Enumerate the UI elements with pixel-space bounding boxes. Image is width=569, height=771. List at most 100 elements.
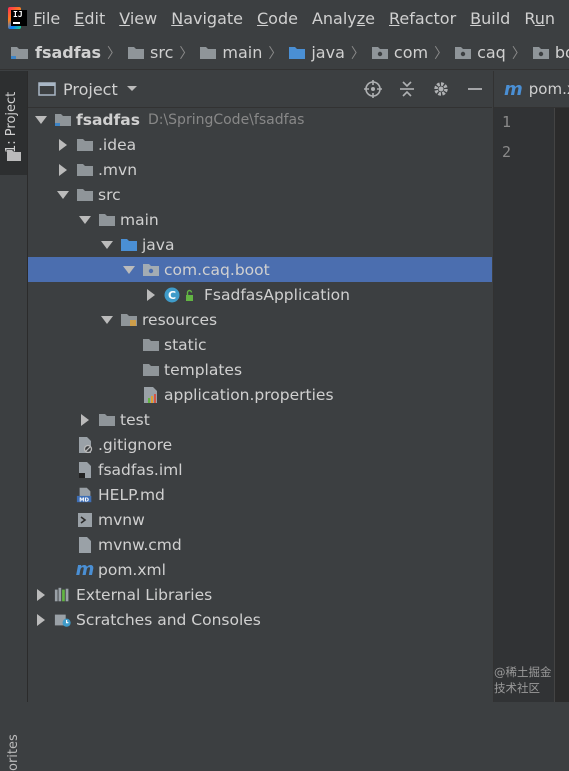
- tree-row[interactable]: Scratches and Consoles: [28, 607, 492, 632]
- collapse-arrow-icon[interactable]: [34, 588, 48, 602]
- tree-row[interactable]: mvnw.cmd: [28, 532, 492, 557]
- menu-edit[interactable]: Edit: [74, 9, 105, 28]
- collapse-arrow-icon[interactable]: [78, 413, 92, 427]
- favorites-tool-tab[interactable]: orites: [6, 734, 21, 771]
- menu-analyze[interactable]: Analyze: [312, 9, 375, 28]
- project-panel-header: Project: [28, 71, 492, 108]
- project-panel: Project fsadfas D:\SpringCode\fsadfas .ide…: [28, 71, 492, 702]
- editor-area: m pom.x 1 2 @稀土掘金技术社区: [493, 71, 569, 702]
- tree-item-label: src: [98, 185, 121, 204]
- menu-code[interactable]: Code: [257, 9, 298, 28]
- expand-arrow-icon[interactable]: [100, 238, 114, 252]
- project-tree: fsadfas D:\SpringCode\fsadfas .idea .mvn src…: [28, 107, 492, 632]
- folder-icon: [98, 411, 116, 429]
- script-file-icon: [76, 511, 94, 529]
- tree-row[interactable]: MD HELP.md: [28, 482, 492, 507]
- folder-icon: [7, 150, 21, 161]
- svg-text:C: C: [168, 289, 176, 302]
- editor-tab-label: pom.x: [528, 80, 569, 98]
- expand-arrow-icon[interactable]: [78, 213, 92, 227]
- menu-navigate[interactable]: Navigate: [171, 9, 243, 28]
- folder-icon: [76, 136, 94, 154]
- java-class-icon: C: [164, 286, 200, 304]
- tree-row[interactable]: fsadfas D:\SpringCode\fsadfas: [28, 107, 492, 132]
- folder-icon: [76, 186, 94, 204]
- tree-item-label: fsadfas.iml: [98, 460, 183, 479]
- breadcrumb-item-com[interactable]: com 〉: [371, 43, 454, 63]
- tree-row[interactable]: resources: [28, 307, 492, 332]
- collapse-arrow-icon[interactable]: [56, 163, 70, 177]
- collapse-arrow-icon[interactable]: [144, 288, 158, 302]
- project-view-selector[interactable]: Project: [38, 80, 138, 99]
- tree-row[interactable]: C FsadfasApplication: [28, 282, 492, 307]
- source-folder-icon: [120, 236, 138, 254]
- intellij-logo-icon: IJ: [8, 7, 27, 29]
- tree-item-label: main: [120, 210, 159, 229]
- tree-row[interactable]: .idea: [28, 132, 492, 157]
- folder-icon: [98, 211, 116, 229]
- package-icon: [371, 46, 388, 59]
- locate-icon[interactable]: [362, 78, 384, 100]
- tree-item-label: fsadfas: [76, 110, 140, 129]
- tree-row[interactable]: src: [28, 182, 492, 207]
- breadcrumb-item-src[interactable]: src 〉: [127, 43, 199, 63]
- menu-run[interactable]: Run: [524, 9, 555, 28]
- expand-arrow-icon[interactable]: [56, 188, 70, 202]
- breadcrumb-item-project[interactable]: fsadfas 〉: [10, 43, 127, 63]
- chevron-down-icon: [126, 86, 137, 91]
- resources-folder-icon: [120, 311, 138, 329]
- tree-row[interactable]: templates: [28, 357, 492, 382]
- tree-row[interactable]: mvnw: [28, 507, 492, 532]
- tree-row[interactable]: static: [28, 332, 492, 357]
- breadcrumb-item-boot[interactable]: boot: [532, 43, 569, 62]
- expand-arrow-icon[interactable]: [122, 263, 136, 277]
- line-number-gutter: 1 2: [494, 108, 554, 702]
- tree-row[interactable]: External Libraries: [28, 582, 492, 607]
- folder-icon: [142, 336, 160, 354]
- menu-view[interactable]: View: [119, 9, 157, 28]
- folder-icon: [128, 46, 145, 59]
- gutter-divider: [554, 108, 555, 702]
- iml-file-icon: [76, 461, 94, 479]
- expand-arrow-icon[interactable]: [100, 313, 114, 327]
- breadcrumb-item-caq[interactable]: caq 〉: [454, 43, 532, 63]
- menu-file[interactable]: File: [33, 9, 60, 28]
- file-icon: [76, 536, 94, 554]
- tree-row[interactable]: main: [28, 207, 492, 232]
- tree-item-label: static: [164, 335, 207, 354]
- watermark: @稀土掘金技术社区: [494, 665, 552, 695]
- line-number: 1: [502, 113, 512, 131]
- tree-item-label: mvnw: [98, 510, 145, 529]
- expand-arrow-icon[interactable]: [34, 113, 48, 127]
- menu-bar: IJ File Edit View Navigate Code Analyze …: [0, 0, 569, 36]
- package-icon: [455, 46, 472, 59]
- gear-icon[interactable]: [430, 78, 452, 100]
- project-tool-tab[interactable]: 1: Project: [0, 71, 27, 175]
- tree-row[interactable]: test: [28, 407, 492, 432]
- module-folder-icon: [54, 111, 72, 129]
- folder-icon: [200, 46, 217, 59]
- module-folder-icon: [11, 46, 28, 59]
- tree-item-label: test: [120, 410, 150, 429]
- collapse-arrow-icon[interactable]: [34, 613, 48, 627]
- tree-item-label: .gitignore: [98, 435, 173, 454]
- breadcrumb-item-main[interactable]: main 〉: [199, 43, 288, 63]
- collapse-all-icon[interactable]: [396, 78, 418, 100]
- source-folder-icon: [289, 46, 306, 59]
- collapse-arrow-icon[interactable]: [56, 138, 70, 152]
- tree-row[interactable]: .gitignore: [28, 432, 492, 457]
- tree-row[interactable]: application.properties: [28, 382, 492, 407]
- package-icon: [532, 46, 549, 59]
- tree-row[interactable]: com.caq.boot: [28, 257, 492, 282]
- menu-build[interactable]: Build: [470, 9, 510, 28]
- tree-row[interactable]: .mvn: [28, 157, 492, 182]
- tree-row[interactable]: fsadfas.iml: [28, 457, 492, 482]
- tree-row[interactable]: m pom.xml: [28, 557, 492, 582]
- tree-row[interactable]: java: [28, 232, 492, 257]
- breadcrumb-item-java[interactable]: java 〉: [288, 43, 371, 63]
- editor-tab-pom[interactable]: m pom.x: [494, 71, 569, 108]
- properties-file-icon: [142, 386, 160, 404]
- tree-item-label: templates: [164, 360, 243, 379]
- hide-panel-icon[interactable]: [464, 78, 486, 100]
- menu-refactor[interactable]: Refactor: [389, 9, 456, 28]
